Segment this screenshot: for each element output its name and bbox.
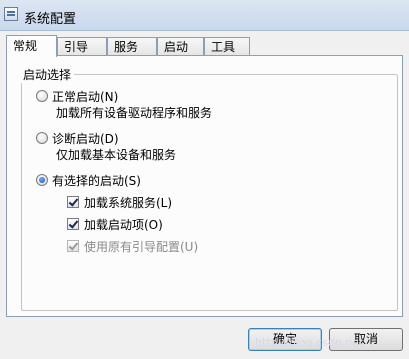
watermark: http://blog.csdn.net: [255, 336, 364, 349]
use-original-boot-config-label: 使用原有引导配置(U): [84, 240, 199, 254]
selective-startup-label[interactable]: 有选择的启动(S): [52, 172, 141, 189]
system-config-icon: [4, 7, 18, 21]
selective-startup-radio[interactable]: [36, 174, 48, 186]
startup-selection-label: 启动选择: [20, 66, 75, 83]
normal-startup-radio[interactable]: [36, 90, 48, 102]
use-original-boot-config-checkbox: [67, 240, 79, 252]
load-startup-items-checkbox[interactable]: [67, 218, 79, 230]
normal-startup-label[interactable]: 正常启动(N): [52, 88, 118, 105]
tab-general[interactable]: 常规: [6, 35, 57, 57]
tab-boot[interactable]: 引导: [57, 37, 107, 56]
window-title: 系统配置: [24, 12, 77, 27]
title-bar: 系统配置: [0, 0, 409, 31]
load-system-services-checkbox[interactable]: [67, 196, 79, 208]
diagnostic-startup-label[interactable]: 诊断启动(D): [52, 130, 119, 147]
diagnostic-startup-radio[interactable]: [36, 132, 48, 144]
normal-startup-description: 加载所有设备驱动程序和服务: [56, 106, 213, 120]
tab-startup[interactable]: 启动: [157, 37, 204, 56]
diagnostic-startup-description: 仅加载基本设备和服务: [56, 148, 177, 162]
load-startup-items-label[interactable]: 加载启动项(O): [84, 216, 163, 233]
load-system-services-label[interactable]: 加载系统服务(L): [84, 194, 172, 211]
tab-services[interactable]: 服务: [107, 37, 157, 56]
tab-tools[interactable]: 工具: [204, 37, 250, 56]
